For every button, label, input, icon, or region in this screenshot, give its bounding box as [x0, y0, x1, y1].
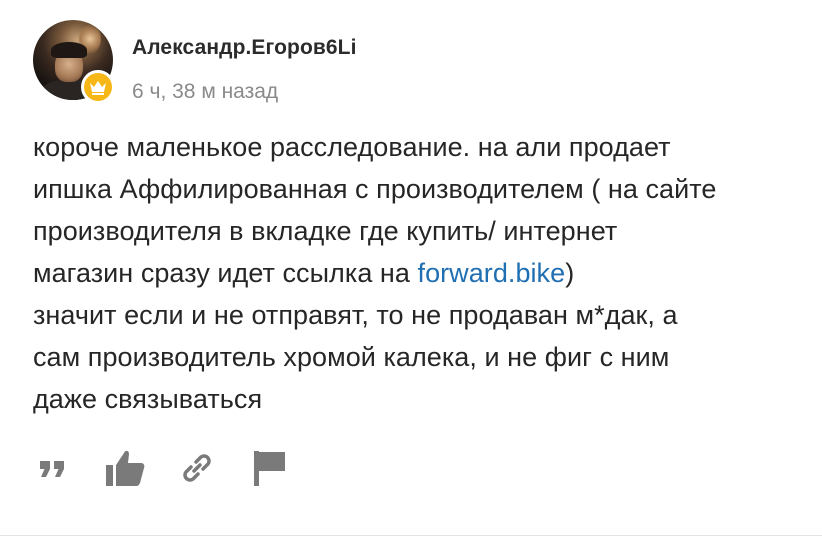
copy-link-button[interactable] [177, 446, 217, 490]
comment-line: значит если и не отправят, то не продава… [33, 300, 678, 330]
flag-icon [254, 451, 285, 486]
comment-line: сам производитель хромой калека, и не фи… [33, 342, 670, 372]
quote-icon [40, 461, 64, 477]
post-timestamp: 6 ч, 38 м назад [132, 80, 279, 103]
comment-card: Александр.Егоров6Li 6 ч, 38 м назад коро… [0, 0, 822, 545]
comment-line: ипшка Аффилированная с производителем ( … [33, 174, 717, 204]
crown-badge [81, 70, 115, 104]
avatar-hair [51, 42, 87, 58]
link-icon [183, 454, 211, 482]
comment-line: короче маленькое расследование. на али п… [33, 132, 671, 162]
forward-bike-link[interactable]: forward.bike [418, 258, 566, 288]
author-name[interactable]: Александр.Егоров6Li [132, 36, 357, 60]
comment-line-with-link: магазин сразу идет ссылка на forward.bik… [33, 252, 803, 294]
bottom-divider [0, 535, 822, 536]
comment-text-segment: магазин сразу идет ссылка на [33, 258, 418, 288]
comment-text-segment: ) [565, 258, 575, 288]
comment-line: производителя в вкладке где купить/ инте… [33, 216, 618, 246]
comment-line: даже связываться [33, 384, 263, 414]
avatar-wrapper[interactable] [33, 20, 115, 104]
quote-button[interactable] [33, 446, 73, 490]
like-button[interactable] [105, 446, 145, 490]
report-button[interactable] [249, 446, 289, 490]
comment-text: короче маленькое расследование. на али п… [33, 126, 803, 420]
crown-icon [90, 81, 106, 95]
comment-actions [33, 446, 321, 490]
thumbs-up-icon [106, 450, 145, 486]
